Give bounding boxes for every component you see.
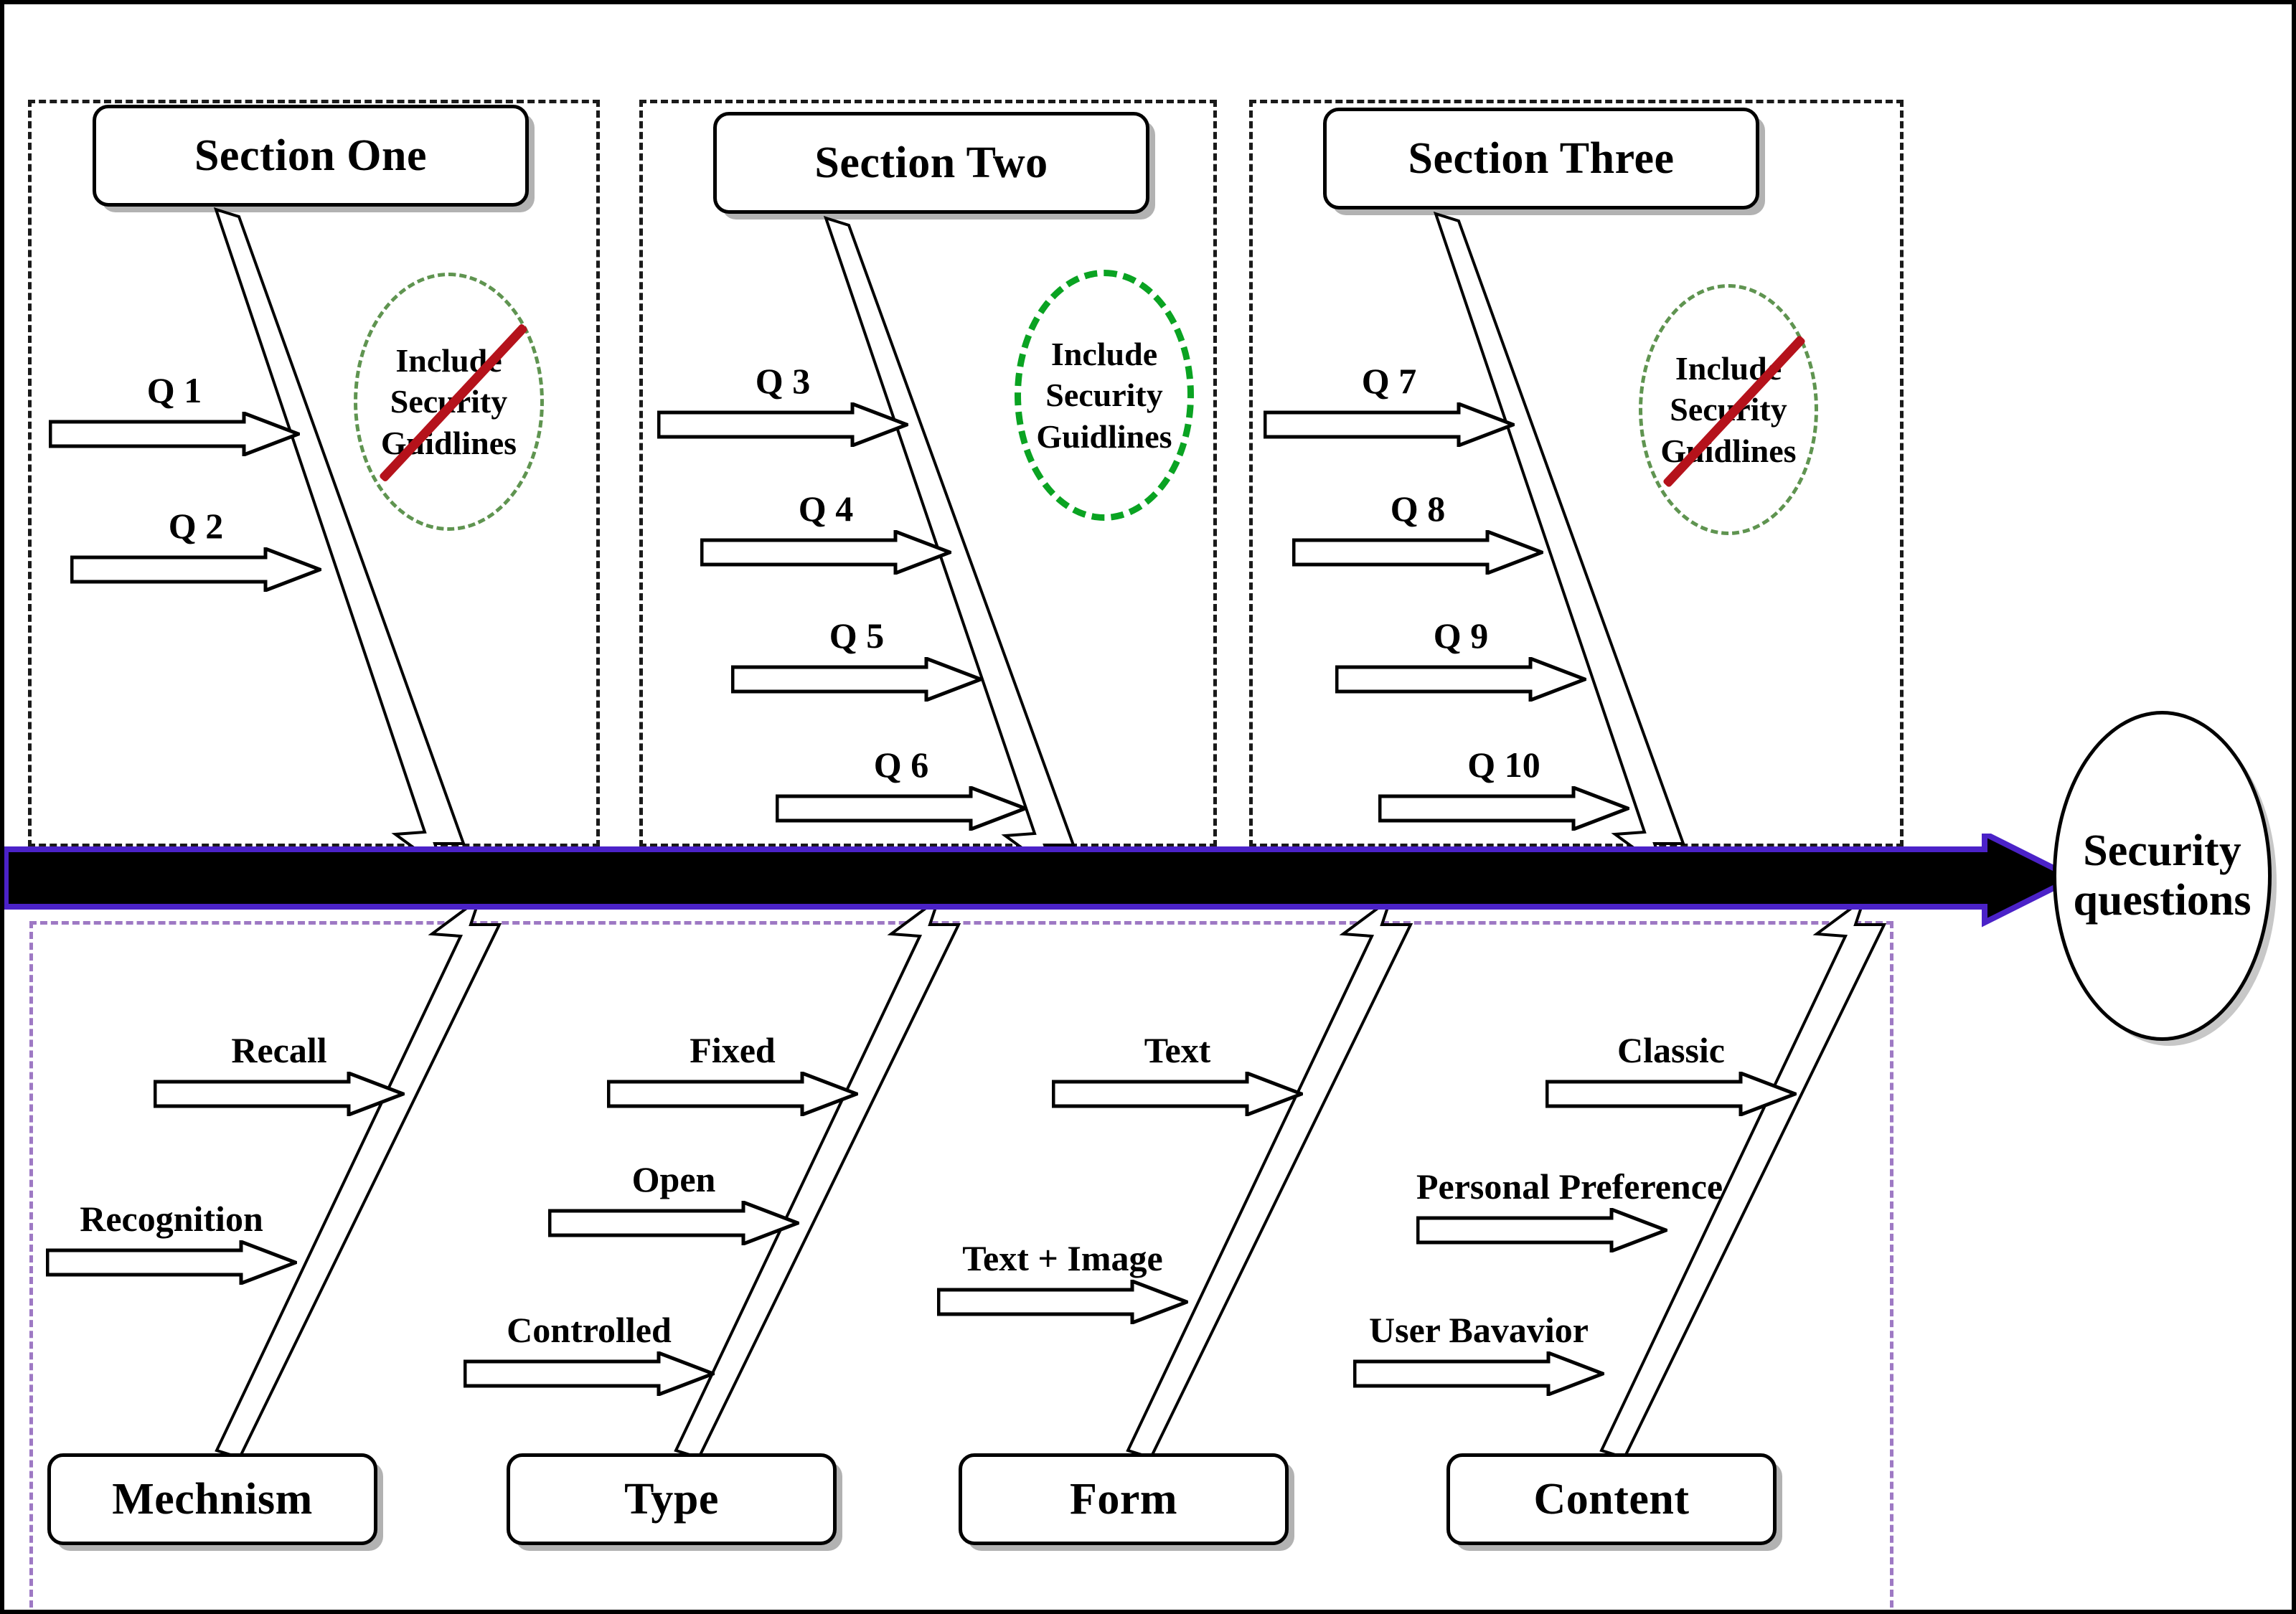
sub-cause-label-q3: Q 3	[755, 360, 811, 401]
note-line-2-section-two: Security	[1045, 377, 1163, 414]
sub-cause-classic: Classic	[1545, 1031, 1797, 1116]
sub-cause-text: Text	[1052, 1031, 1303, 1116]
sub-cause-user-bavavior: User Bavavior	[1353, 1311, 1604, 1396]
block-arrow-icon	[731, 657, 982, 702]
sub-cause-q3: Q 3	[657, 362, 908, 447]
category-label-section-two: Section Two	[814, 138, 1048, 187]
category-label-section-three: Section Three	[1408, 133, 1675, 183]
sub-cause-q7: Q 7	[1264, 362, 1515, 447]
category-label-form: Form	[1069, 1474, 1178, 1524]
category-box-type[interactable]: Type	[507, 1453, 837, 1545]
sub-cause-label-q9: Q 9	[1433, 615, 1489, 656]
category-label-type: Type	[624, 1474, 719, 1524]
sub-cause-recall: Recall	[154, 1031, 405, 1116]
sub-cause-label-user-bavavior: User Bavavior	[1369, 1309, 1589, 1350]
sub-cause-text-image: Text + Image	[937, 1239, 1188, 1324]
category-label-mechnism: Mechnism	[112, 1474, 313, 1524]
spine-arrow	[4, 834, 2080, 928]
effect-line-2: questions	[2073, 876, 2252, 925]
sub-cause-label-recall: Recall	[231, 1029, 327, 1070]
sub-cause-label-personal-preference: Personal Preference	[1416, 1166, 1723, 1207]
block-arrow-icon	[1335, 657, 1586, 702]
block-arrow-icon	[700, 530, 951, 575]
sub-cause-open: Open	[548, 1160, 799, 1245]
sub-cause-label-q5: Q 5	[829, 615, 885, 656]
sub-cause-label-q6: Q 6	[873, 744, 929, 785]
sub-cause-label-q4: Q 4	[798, 488, 854, 529]
category-box-section-three[interactable]: Section Three	[1323, 108, 1759, 209]
sub-cause-q8: Q 8	[1292, 489, 1543, 575]
sub-cause-label-q10: Q 10	[1467, 744, 1540, 785]
sub-cause-label-fixed: Fixed	[690, 1029, 776, 1070]
sub-cause-label-controlled: Controlled	[507, 1309, 672, 1350]
sub-cause-label-q2: Q 2	[168, 505, 224, 546]
sub-cause-label-q8: Q 8	[1390, 488, 1446, 529]
block-arrow-icon	[49, 412, 300, 456]
sub-cause-label-text: Text	[1144, 1029, 1211, 1070]
block-arrow-icon	[776, 786, 1027, 831]
category-box-section-two[interactable]: Section Two	[713, 112, 1149, 214]
sub-cause-q9: Q 9	[1335, 616, 1586, 702]
block-arrow-icon	[1353, 1351, 1604, 1396]
note-ellipse-section-two: Include Security Guidlines	[1015, 270, 1194, 521]
sub-cause-label-open: Open	[631, 1158, 716, 1199]
block-arrow-icon	[1378, 786, 1629, 831]
category-label-content: Content	[1533, 1474, 1690, 1524]
block-arrow-icon	[1264, 402, 1515, 447]
sub-cause-q10: Q 10	[1378, 745, 1629, 831]
sub-cause-q5: Q 5	[731, 616, 982, 702]
sub-cause-personal-preference: Personal Preference	[1416, 1167, 1723, 1252]
note-ellipse-section-one: Include Security Guidlines	[354, 273, 544, 531]
category-box-mechnism[interactable]: Mechnism	[47, 1453, 377, 1545]
block-arrow-icon	[464, 1351, 715, 1396]
sub-cause-controlled: Controlled	[464, 1311, 715, 1396]
block-arrow-icon	[154, 1072, 405, 1116]
sub-cause-label-text-image: Text + Image	[962, 1237, 1163, 1278]
effect-line-1: Security	[2083, 826, 2241, 875]
sub-cause-recognition: Recognition	[46, 1199, 297, 1285]
category-label-section-one: Section One	[194, 131, 428, 180]
sub-cause-label-q1: Q 1	[146, 369, 202, 410]
effect-node-security-questions: Security questions	[2053, 711, 2272, 1041]
category-box-section-one[interactable]: Section One	[93, 105, 529, 207]
note-line-3-section-two: Guidlines	[1036, 417, 1172, 455]
block-arrow-icon	[1052, 1072, 1303, 1116]
note-line-1-section-two: Include	[1050, 336, 1158, 373]
block-arrow-icon	[937, 1280, 1188, 1324]
sub-cause-fixed: Fixed	[607, 1031, 858, 1116]
block-arrow-icon	[1416, 1208, 1667, 1252]
block-arrow-icon	[607, 1072, 858, 1116]
sub-cause-q1: Q 1	[49, 371, 300, 456]
block-arrow-icon	[70, 547, 321, 592]
block-arrow-icon	[46, 1240, 297, 1285]
note-ellipse-section-three: Include Security Guidlines	[1639, 284, 1818, 535]
sub-cause-q4: Q 4	[700, 489, 951, 575]
fishbone-diagram-canvas: Security questions Section One Section T…	[0, 0, 2296, 1614]
sub-cause-q6: Q 6	[776, 745, 1027, 831]
sub-cause-label-classic: Classic	[1617, 1029, 1725, 1070]
block-arrow-icon	[548, 1201, 799, 1245]
sub-cause-q2: Q 2	[70, 506, 321, 592]
block-arrow-icon	[1292, 530, 1543, 575]
block-arrow-icon	[657, 402, 908, 447]
category-box-form[interactable]: Form	[959, 1453, 1289, 1545]
block-arrow-icon	[1545, 1072, 1797, 1116]
sub-cause-label-q7: Q 7	[1361, 360, 1417, 401]
category-box-content[interactable]: Content	[1446, 1453, 1777, 1545]
sub-cause-label-recognition: Recognition	[80, 1198, 263, 1239]
